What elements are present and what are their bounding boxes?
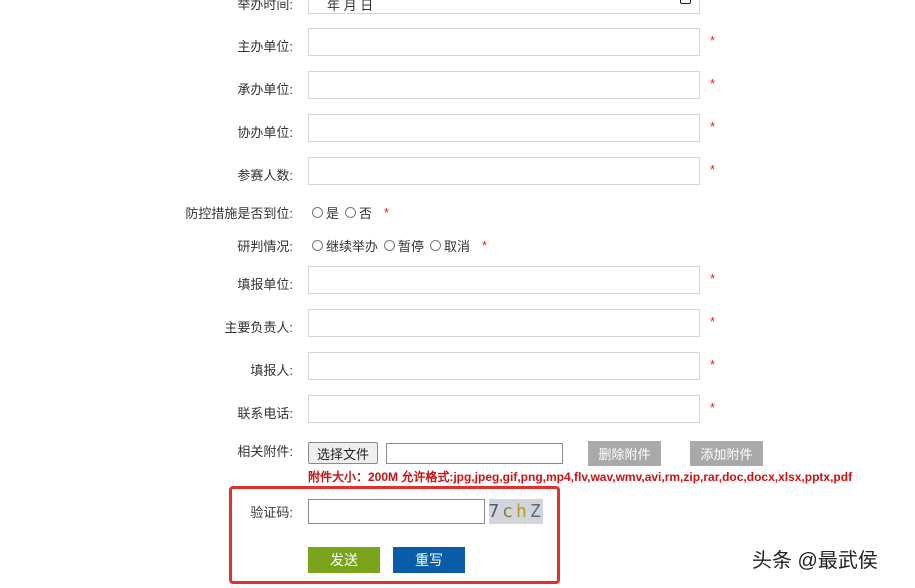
participants-input[interactable]: [308, 157, 700, 185]
prevention-radio-group: 是 否 *: [312, 203, 389, 222]
prevention-option-yes-label: 是: [326, 206, 340, 221]
captcha-char: h: [516, 501, 530, 522]
prevention-option-no[interactable]: 否: [345, 203, 372, 222]
prevention-option-no-label: 否: [359, 206, 373, 221]
co-organizer-label: 协办单位:: [237, 125, 293, 140]
date-input[interactable]: 年 月 日: [308, 0, 700, 14]
attachment-hint: 附件大小：200M 允许格式:jpg,jpeg,gif,png,mp4,flv,…: [308, 470, 853, 484]
date-value: 年 月 日: [327, 0, 374, 13]
judgement-option-cancel[interactable]: 取消: [430, 236, 470, 255]
radio-circle-icon[interactable]: [430, 240, 442, 251]
undertaker-required-mark: *: [710, 76, 716, 91]
reporter-input[interactable]: [308, 352, 700, 380]
calendar-icon[interactable]: [680, 0, 691, 4]
phone-required-mark: *: [710, 400, 716, 415]
reporting-unit-required-mark: *: [710, 271, 716, 286]
captcha-char: 7: [488, 501, 503, 522]
principal-required-mark: *: [710, 314, 716, 329]
watermark: 头条 @最武侯: [752, 550, 878, 572]
co-organizer-input[interactable]: [308, 114, 700, 142]
radio-circle-icon[interactable]: [312, 240, 323, 251]
captcha-input[interactable]: [308, 499, 485, 524]
judgement-option-pause-label: 暂停: [398, 239, 425, 254]
organizer-label: 主办单位:: [237, 39, 293, 54]
submit-button[interactable]: 发送: [308, 547, 380, 573]
participants-label: 参赛人数:: [237, 168, 293, 183]
judgement-option-cancel-label: 取消: [444, 239, 471, 254]
judgement-radio-group: 继续举办 暂停 取消 *: [312, 236, 487, 255]
captcha-char: Z: [529, 501, 544, 522]
reporter-label: 填报人:: [250, 363, 293, 378]
attachment-label: 相关附件:: [237, 444, 293, 459]
choose-file-button[interactable]: 选择文件: [308, 442, 378, 464]
date-label: 举办时间:: [237, 0, 293, 12]
prevention-option-yes[interactable]: 是: [312, 203, 339, 222]
prevention-required-mark: *: [384, 205, 390, 220]
judgement-required-mark: *: [482, 238, 488, 253]
reporting-unit-label: 填报单位:: [237, 277, 293, 292]
reset-button[interactable]: 重写: [393, 547, 465, 573]
file-name-field[interactable]: [386, 443, 563, 464]
co-organizer-required-mark: *: [710, 119, 716, 134]
principal-input[interactable]: [308, 309, 700, 337]
delete-attachment-button[interactable]: 删除附件: [588, 441, 661, 466]
prevention-label: 防控措施是否到位:: [185, 206, 293, 221]
phone-input[interactable]: [308, 395, 700, 423]
captcha-image[interactable]: 7 c h Z: [488, 499, 544, 524]
radio-circle-icon[interactable]: [345, 207, 357, 218]
undertaker-label: 承办单位:: [237, 82, 293, 97]
judgement-option-continue-label: 继续举办: [326, 239, 379, 254]
principal-label: 主要负责人:: [224, 320, 293, 335]
phone-label: 联系电话:: [237, 406, 293, 421]
judgement-option-continue[interactable]: 继续举办: [312, 236, 378, 255]
add-attachment-button[interactable]: 添加附件: [690, 441, 763, 466]
participants-required-mark: *: [710, 162, 716, 177]
captcha-char: c: [502, 501, 516, 522]
judgement-option-pause[interactable]: 暂停: [384, 236, 424, 255]
reporting-unit-input[interactable]: [308, 266, 700, 294]
radio-circle-icon[interactable]: [312, 207, 323, 218]
organizer-required-mark: *: [710, 33, 716, 48]
radio-circle-icon[interactable]: [384, 240, 396, 251]
reporter-required-mark: *: [710, 357, 716, 372]
judgement-label: 研判情况:: [237, 239, 293, 254]
organizer-input[interactable]: [308, 28, 700, 56]
captcha-label: 验证码:: [250, 505, 293, 520]
undertaker-input[interactable]: [308, 71, 700, 99]
